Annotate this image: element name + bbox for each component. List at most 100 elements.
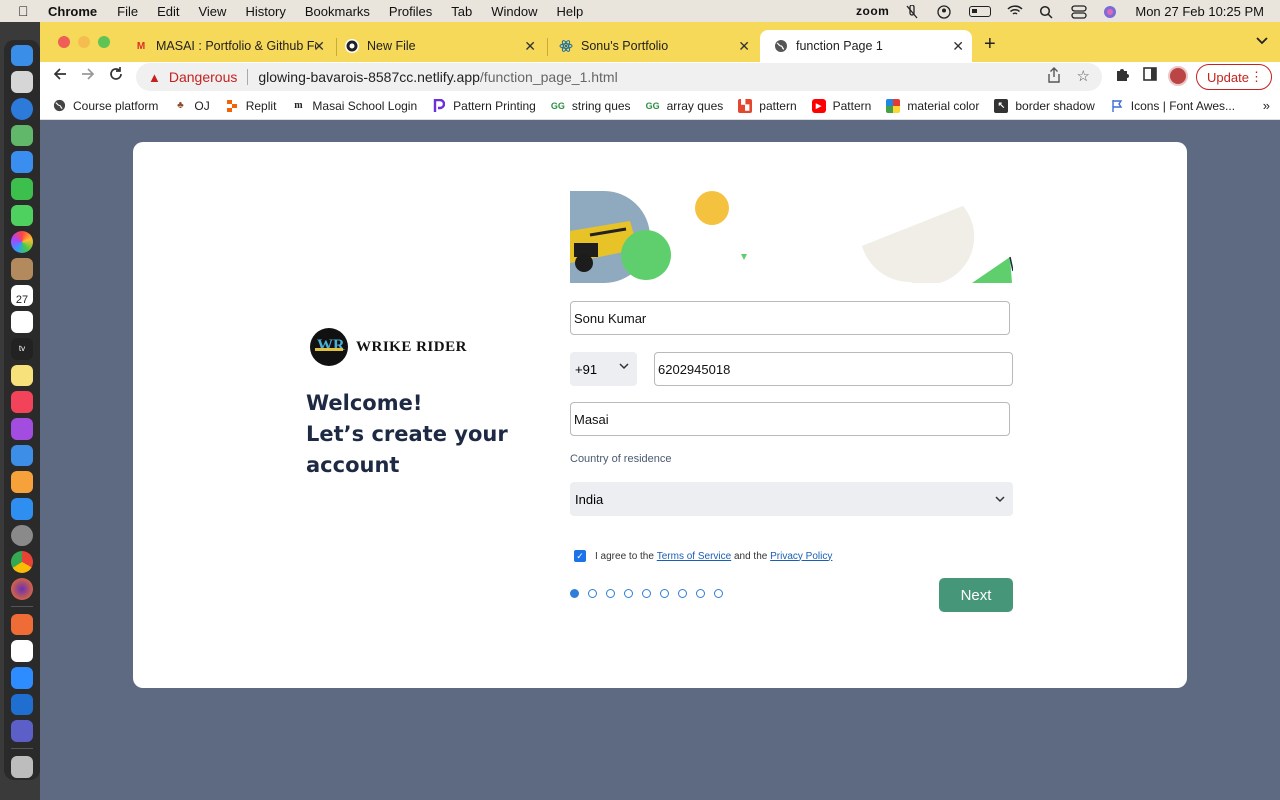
firefox-icon[interactable] [11,577,33,600]
bookmark-pattern-youtube[interactable]: ▶ Pattern [811,98,871,113]
menubar-clock[interactable]: Mon 27 Feb 10:25 PM [1135,4,1264,19]
new-tab-icon[interactable]: + [984,33,996,56]
calendar-icon[interactable]: 27 [11,284,33,307]
bookmark-string-ques[interactable]: GG string ques [551,99,631,113]
bookmark-material-color[interactable]: material color [886,98,979,113]
menu-edit[interactable]: Edit [157,4,179,19]
cursor-icon: ↖ [994,98,1009,113]
back-arrow-icon[interactable] [52,66,68,87]
mute-icon[interactable] [905,4,921,19]
menu-file[interactable]: File [117,4,138,19]
menu-profiles[interactable]: Profiles [389,4,432,19]
zoom-icon[interactable] [11,666,33,689]
reminders-icon[interactable] [11,311,33,333]
bookmark-star-icon[interactable]: ☆ [1077,67,1090,87]
country-select[interactable]: India [570,482,1013,516]
facetime-icon[interactable] [11,177,33,200]
photos-icon[interactable] [11,231,33,253]
bookmark-replit[interactable]: Replit [225,99,276,113]
teams-icon[interactable] [11,720,33,742]
kebab-menu-icon[interactable]: ⋮ [1250,69,1263,85]
menu-window[interactable]: Window [491,4,537,19]
zoom-status-item[interactable]: zoom [856,4,889,18]
control-center-icon[interactable] [1071,5,1088,19]
share-icon[interactable] [1047,67,1061,87]
tab-masai-portfolio[interactable]: M MASAI : Portfolio & Github Fee ✕ [120,30,333,62]
update-button[interactable]: Update ⋮ [1196,64,1272,90]
close-tab-icon[interactable]: ✕ [952,38,964,55]
menu-history[interactable]: History [245,4,285,19]
warning-triangle-icon[interactable]: ▲ [148,70,161,85]
extensions-puzzle-icon[interactable] [1114,66,1130,82]
full-name-field[interactable]: Sonu Kumar [570,301,1010,335]
organization-field[interactable]: Masai [570,402,1010,436]
more-bookmarks-chevron-icon[interactable]: » [1263,98,1270,113]
menu-bookmarks[interactable]: Bookmarks [305,4,370,19]
close-window-button[interactable] [58,36,70,48]
reload-icon[interactable] [108,66,124,87]
menu-view[interactable]: View [198,4,226,19]
address-bar[interactable]: ▲ Dangerous glowing-bavarois-8587cc.netl… [136,63,1102,91]
close-tab-icon[interactable]: ✕ [524,38,536,55]
close-tab-icon[interactable]: ✕ [313,38,325,55]
launchpad-icon[interactable] [11,71,33,93]
terms-of-service-link[interactable]: Terms of Service [657,551,731,562]
tab-search-chevron-icon[interactable] [1256,34,1268,48]
mail-icon[interactable] [11,151,33,173]
messages-icon[interactable] [11,204,33,227]
menu-help[interactable]: Help [557,4,584,19]
bookmark-masai-school-login[interactable]: m Masai School Login [291,99,417,113]
phone-number-field[interactable]: 6202945018 [654,352,1013,386]
country-code-select[interactable]: +91 [570,352,637,386]
next-button[interactable]: Next [939,578,1013,612]
bookmark-pattern[interactable]: ▚ pattern [738,98,797,113]
contacts-icon[interactable] [11,257,33,280]
siri-icon[interactable] [1103,5,1119,18]
safari-icon[interactable] [11,97,33,120]
react-icon [559,39,573,53]
app-store-icon[interactable] [11,497,33,520]
vscode-icon[interactable] [11,693,33,716]
spotlight-search-icon[interactable] [1039,5,1055,19]
menu-tab[interactable]: Tab [451,4,472,19]
bookmark-oj[interactable]: ♣ OJ [173,99,210,113]
profile-avatar[interactable] [1168,66,1188,86]
user-circle-icon[interactable] [937,5,953,19]
bookmark-label: string ques [571,98,631,113]
maps-icon[interactable] [11,124,33,147]
app-name-menu[interactable]: Chrome [48,4,97,19]
forward-arrow-icon[interactable] [80,66,96,87]
postman-icon[interactable] [11,613,33,636]
small-green-triangle [741,254,747,260]
zoom-window-button[interactable] [98,36,110,48]
agree-checkbox[interactable]: ✓ [574,550,586,562]
tab-function-page-1[interactable]: function Page 1 ✕ [760,30,972,62]
privacy-policy-link[interactable]: Privacy Policy [770,551,832,562]
side-panel-icon[interactable] [1142,66,1158,82]
tab-sonus-portfolio[interactable]: Sonu's Portfolio ✕ [545,30,758,62]
signup-card: WR WRIKE RIDER Welcome! Let’s create you… [133,142,1187,688]
apple-icon[interactable]:  [18,3,34,19]
bookmark-pattern-printing[interactable]: Pattern Printing [432,98,536,113]
minimize-window-button[interactable] [78,36,90,48]
wifi-icon[interactable] [1007,5,1023,17]
system-preferences-icon[interactable] [11,524,33,547]
music-icon[interactable] [11,391,33,413]
keynote-icon[interactable] [11,444,33,467]
finder-icon[interactable] [11,44,33,67]
bookmark-icons-font-awesome[interactable]: Icons | Font Awes... [1110,99,1235,113]
bookmark-border-shadow[interactable]: ↖ border shadow [994,98,1095,113]
security-status-label[interactable]: Dangerous [169,69,238,85]
apple-tv-icon[interactable]: tv [11,337,33,360]
chrome-icon[interactable] [11,551,33,573]
notes-icon[interactable] [11,364,33,387]
slack-icon[interactable] [11,640,33,662]
close-tab-icon[interactable]: ✕ [738,38,750,55]
pages-icon[interactable] [11,471,33,493]
podcasts-icon[interactable] [11,417,33,440]
battery-icon[interactable] [969,5,992,17]
trash-icon[interactable] [11,755,33,778]
tab-new-file[interactable]: New File ✕ [331,30,544,62]
bookmark-array-ques[interactable]: GG array ques [646,99,724,113]
bookmark-course-platform[interactable]: Course platform [52,99,158,113]
